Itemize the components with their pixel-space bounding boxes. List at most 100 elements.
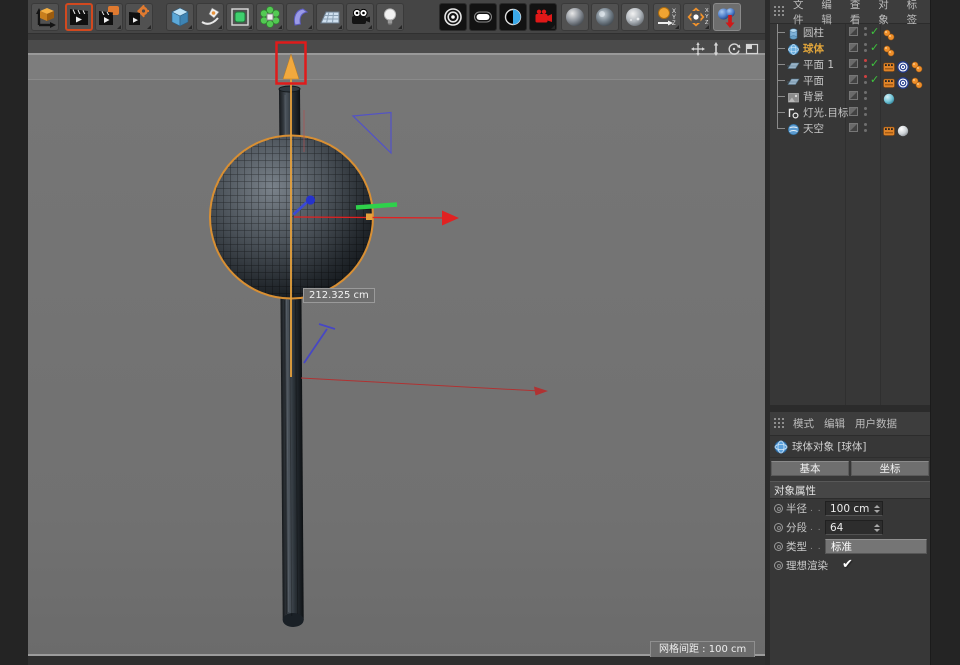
render-camera-button[interactable]	[529, 3, 557, 31]
visibility-dots[interactable]	[864, 123, 867, 132]
radius-input[interactable]: 100 cm	[825, 501, 883, 516]
visibility-dots[interactable]	[864, 27, 867, 36]
render-settings-button[interactable]	[125, 3, 153, 31]
viewport-maximize-control[interactable]	[744, 41, 759, 56]
material-preview-1[interactable]	[561, 3, 589, 31]
object-manager-menu-item-3[interactable]: 对象	[878, 0, 896, 27]
layer-swatch[interactable]	[849, 43, 858, 52]
mat-cyan-tag-icon[interactable]	[883, 90, 895, 102]
object-row-6[interactable]: 天空	[770, 120, 930, 136]
viewport-rotate-control[interactable]	[726, 41, 741, 56]
object-manager-menu-item-4[interactable]: 标签	[907, 0, 925, 27]
object-label[interactable]: 圆柱	[803, 25, 824, 40]
compositing-tag-icon[interactable]	[883, 74, 895, 86]
object-manager-menu-item-0[interactable]: 文件	[793, 0, 811, 27]
keyframe-circle-icon[interactable]	[774, 561, 783, 570]
object-row-0[interactable]: 圆柱 ✓	[770, 24, 930, 40]
ideal-render-checkbox[interactable]: ✔	[842, 557, 853, 572]
visibility-dots[interactable]	[864, 75, 867, 84]
target-tag-icon[interactable]	[897, 58, 909, 70]
object-tags	[883, 26, 895, 38]
layer-swatch[interactable]	[849, 75, 858, 84]
stepper-arrows-icon[interactable]	[874, 505, 880, 513]
add-spline-button[interactable]	[196, 3, 224, 31]
manager-splitter[interactable]	[770, 405, 930, 412]
visibility-dots[interactable]	[864, 107, 867, 116]
cylinder-object-icon	[787, 25, 800, 38]
bend-icon	[288, 5, 312, 29]
enabled-check-icon[interactable]: ✓	[870, 73, 879, 86]
object-manager-menu-item-2[interactable]: 查看	[850, 0, 868, 27]
visibility-dots[interactable]	[864, 91, 867, 100]
tab-coordinates[interactable]: 坐标	[851, 461, 929, 476]
visibility-dots[interactable]	[864, 59, 867, 68]
render-view-button[interactable]	[65, 3, 93, 31]
move-tool-button[interactable]	[713, 3, 741, 31]
layer-swatch[interactable]	[849, 59, 858, 68]
object-label[interactable]: 球体	[803, 41, 824, 56]
add-deformer-button[interactable]	[286, 3, 314, 31]
target-tool-button[interactable]	[439, 3, 467, 31]
keyframe-circle-icon[interactable]	[774, 523, 783, 532]
add-generator-button[interactable]	[226, 3, 254, 31]
segments-input[interactable]: 64	[825, 520, 883, 535]
phong-tag-icon[interactable]	[911, 74, 923, 86]
object-label[interactable]: 平面	[803, 73, 824, 88]
viewport[interactable]: 212.325 cm 网格间距 : 100 cm	[28, 34, 765, 665]
visibility-dots[interactable]	[864, 43, 867, 52]
keyframe-circle-icon[interactable]	[774, 504, 783, 513]
material-preview-2[interactable]	[591, 3, 619, 31]
enabled-check-icon[interactable]: ✓	[870, 41, 879, 54]
contrast-button[interactable]	[499, 3, 527, 31]
layer-swatch[interactable]	[849, 123, 858, 132]
type-dropdown[interactable]: 标准	[825, 539, 927, 554]
add-primitive-button[interactable]	[166, 3, 194, 31]
material-preview-3[interactable]	[621, 3, 649, 31]
attribute-manager-menu-item-2[interactable]: 用户数据	[855, 416, 897, 431]
phong-tag-icon[interactable]	[911, 58, 923, 70]
layer-swatch[interactable]	[849, 91, 858, 100]
attribute-tabs: 基本坐标	[770, 458, 930, 478]
enabled-check-icon[interactable]: ✓	[870, 57, 879, 70]
area-light-button[interactable]	[469, 3, 497, 31]
phong-tag-icon[interactable]	[883, 42, 895, 54]
tree-connector	[777, 40, 785, 56]
object-row-4[interactable]: 背景	[770, 88, 930, 104]
subdiv-cage-icon	[228, 5, 252, 29]
mat-white-tag-icon[interactable]	[897, 122, 909, 134]
object-manager-drag-handle-icon[interactable]	[774, 6, 785, 17]
keyframe-circle-icon[interactable]	[774, 542, 783, 551]
add-camera-button[interactable]	[346, 3, 374, 31]
add-light-button[interactable]	[376, 3, 404, 31]
sphere-object-icon	[787, 41, 800, 54]
object-label[interactable]: 背景	[803, 89, 824, 104]
compositing-tag-icon[interactable]	[883, 58, 895, 70]
tab-basic[interactable]: 基本	[771, 461, 849, 476]
compositing-tag-icon[interactable]	[883, 122, 895, 134]
attribute-manager-drag-handle-icon[interactable]	[774, 418, 785, 429]
object-row-5[interactable]: 灯光.目标.1	[770, 104, 930, 120]
viewport-zoom-control[interactable]	[708, 41, 723, 56]
snap-settings-button[interactable]: XYZ	[683, 3, 711, 31]
layer-swatch[interactable]	[849, 27, 858, 36]
add-environment-button[interactable]	[316, 3, 344, 31]
object-row-3[interactable]: 平面 ✓	[770, 72, 930, 88]
enabled-check-icon[interactable]: ✓	[870, 25, 879, 38]
phong-tag-icon[interactable]	[883, 26, 895, 38]
sphere-object-icon	[774, 440, 788, 454]
object-manager-menu-item-1[interactable]: 编辑	[821, 0, 839, 27]
coordinate-system-button[interactable]: XYZ	[653, 3, 681, 31]
stepper-arrows-icon[interactable]	[874, 524, 880, 532]
object-row-1[interactable]: 球体 ✓	[770, 40, 930, 56]
layer-swatch[interactable]	[849, 107, 858, 116]
target-tag-icon[interactable]	[897, 74, 909, 86]
attribute-manager-menu-item-1[interactable]: 编辑	[824, 416, 845, 431]
add-modeling-button[interactable]	[256, 3, 284, 31]
viewport-pan-control[interactable]	[690, 41, 705, 56]
axis-mode-button[interactable]	[31, 3, 59, 31]
object-row-2[interactable]: 平面 1 ✓	[770, 56, 930, 72]
object-label[interactable]: 天空	[803, 121, 824, 136]
render-picture-viewer-button[interactable]	[95, 3, 123, 31]
object-label[interactable]: 平面 1	[803, 57, 834, 72]
attribute-manager-menu-item-0[interactable]: 模式	[793, 416, 814, 431]
